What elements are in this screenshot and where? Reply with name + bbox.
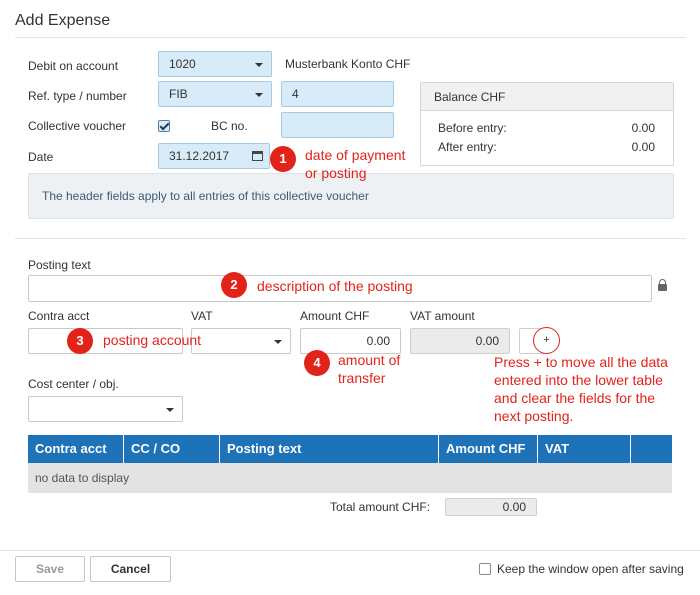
total-amount: 0.00	[502, 500, 526, 514]
ref-number-input[interactable]: 4	[281, 81, 394, 107]
section-divider	[15, 238, 686, 239]
add-button-note: Press + to move all the data entered int…	[494, 353, 668, 425]
annotation-text-4: amount of transfer	[338, 351, 400, 387]
bc-no-input[interactable]	[281, 112, 394, 138]
chevron-down-icon	[166, 408, 174, 412]
total-value: 0.00	[445, 498, 537, 516]
balance-after-label: After entry:	[438, 140, 497, 154]
ref-number-value: 4	[292, 87, 299, 101]
vat-label: VAT	[191, 309, 213, 323]
balance-before-value: 0.00	[631, 121, 655, 135]
amount-label: Amount CHF	[300, 309, 370, 323]
annotation-badge-2: 2	[221, 272, 247, 298]
balance-after-value: 0.00	[631, 140, 655, 154]
balance-before-row: Before entry: 0.00	[438, 121, 655, 135]
cost-center-label: Cost center / obj.	[28, 377, 119, 391]
balance-panel: Balance CHF Before entry: 0.00 After ent…	[420, 82, 674, 166]
debit-account-value: 1020	[169, 57, 196, 71]
column-vat[interactable]: VAT	[538, 435, 631, 463]
save-button[interactable]: Save	[15, 556, 85, 582]
total-label: Total amount CHF:	[330, 500, 431, 514]
dialog-title: Add Expense	[15, 12, 111, 29]
title-divider	[15, 37, 686, 38]
date-label: Date	[28, 150, 54, 164]
annotation-4-line-2: transfer	[338, 370, 386, 386]
ref-type-label: Ref. type / number	[28, 89, 127, 103]
keep-open-label: Keep the window open after saving	[497, 562, 684, 576]
note-line-3: and clear the fields for the	[494, 390, 656, 406]
lock-icon[interactable]	[658, 279, 667, 291]
footer-divider	[0, 550, 700, 551]
vat-amount-input: 0.00	[410, 328, 510, 354]
contra-acct-label: Contra acct	[28, 309, 90, 323]
collective-voucher-label: Collective voucher	[28, 119, 127, 133]
debit-account-label: Debit on account	[28, 59, 119, 73]
balance-title: Balance CHF	[421, 83, 673, 111]
column-posting-text[interactable]: Posting text	[220, 435, 439, 463]
calendar-icon[interactable]	[252, 151, 263, 161]
bc-no-label: BC no.	[211, 119, 248, 133]
cancel-button[interactable]: Cancel	[90, 556, 171, 582]
keep-open-checkbox[interactable]	[479, 563, 491, 575]
posting-text-label: Posting text	[28, 258, 91, 272]
vat-select[interactable]	[191, 328, 291, 354]
chevron-down-icon	[274, 340, 282, 344]
entries-table-header: Contra acct CC / CO Posting text Amount …	[28, 435, 672, 463]
add-entry-button[interactable]: +	[533, 327, 560, 354]
cost-center-select[interactable]	[28, 396, 183, 422]
note-line-1: Press + to move all the data	[494, 354, 668, 370]
column-contra-acct[interactable]: Contra acct	[28, 435, 124, 463]
vat-amount-value: 0.00	[475, 334, 499, 348]
annotation-text-2: description of the posting	[257, 278, 413, 294]
note-line-4: next posting.	[494, 408, 574, 424]
annotation-1-line-1: date of payment	[305, 147, 406, 163]
annotation-text-1: date of payment or posting	[305, 146, 405, 182]
vat-amount-label: VAT amount	[410, 309, 475, 323]
chevron-down-icon	[255, 93, 263, 97]
note-line-2: entered into the lower table	[494, 372, 663, 388]
debit-account-name: Musterbank Konto CHF	[285, 57, 411, 71]
balance-before-label: Before entry:	[438, 121, 507, 135]
amount-value: 0.00	[366, 334, 390, 348]
chevron-down-icon	[255, 63, 263, 67]
date-value: 31.12.2017	[169, 149, 230, 163]
date-input[interactable]: 31.12.2017	[158, 143, 270, 169]
annotation-text-3: posting account	[103, 332, 202, 348]
annotation-badge-3: 3	[67, 328, 93, 354]
ref-type-select[interactable]: FIB	[158, 81, 272, 107]
column-cc-co[interactable]: CC / CO	[124, 435, 220, 463]
column-actions	[631, 435, 672, 463]
annotation-4-line-1: amount of	[338, 352, 401, 368]
annotation-badge-1: 1	[270, 146, 296, 172]
entries-table-empty: no data to display	[28, 463, 672, 493]
annotation-badge-4: 4	[304, 350, 330, 376]
annotation-1-line-2: or posting	[305, 165, 367, 181]
collective-voucher-checkbox[interactable]	[158, 120, 170, 132]
balance-after-row: After entry: 0.00	[438, 140, 655, 154]
ref-type-value: FIB	[169, 87, 188, 101]
debit-account-select[interactable]: 1020	[158, 51, 272, 77]
column-amount[interactable]: Amount CHF	[439, 435, 538, 463]
